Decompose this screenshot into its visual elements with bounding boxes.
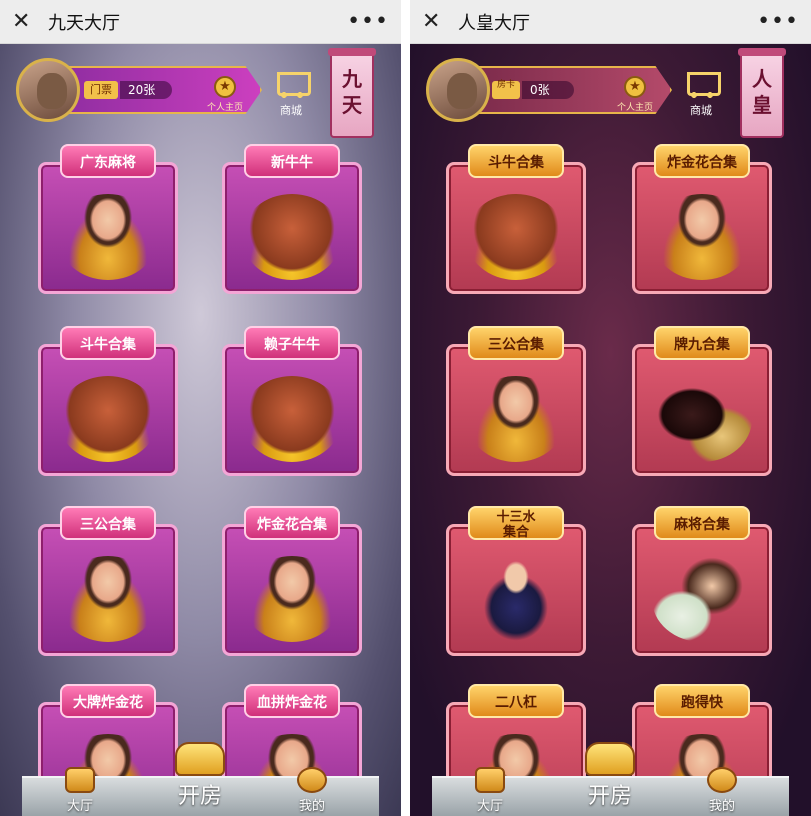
game-tile[interactable]: 十三水 集合 xyxy=(446,506,586,656)
game-art xyxy=(58,194,158,280)
banner-char: 天 xyxy=(342,93,362,117)
user-icon xyxy=(297,767,327,793)
game-tile[interactable]: 麻将合集 xyxy=(632,506,772,656)
game-label: 斗牛合集 xyxy=(468,144,564,178)
nav-open-room-label: 开房 xyxy=(587,784,632,809)
screens: ✕ 九天大厅 ••• ★ 个人主页 门票 20张 商城 九 天 广东麻将 新牛牛… xyxy=(0,0,811,816)
nav-mine-label: 我的 xyxy=(298,799,325,814)
ticket-label: 门票 xyxy=(84,81,118,99)
game-art xyxy=(652,376,752,462)
game-tile[interactable]: 新牛牛 xyxy=(222,144,362,294)
window-title: 人皇大厅 xyxy=(458,12,530,34)
bottom-nav: 大厅 开房 我的 xyxy=(0,742,401,816)
shop-label: 商城 xyxy=(690,104,712,117)
game-label: 跑得快 xyxy=(654,684,750,718)
game-label: 二八杠 xyxy=(468,684,564,718)
nav-mine[interactable]: 我的 xyxy=(682,767,762,814)
shop-button[interactable]: 商城 xyxy=(678,66,724,118)
homepage-button[interactable]: ★ 个人主页 xyxy=(200,76,250,113)
game-label: 血拼炸金花 xyxy=(244,684,340,718)
game-art xyxy=(652,194,752,280)
homepage-button[interactable]: ★ 个人主页 xyxy=(610,76,660,113)
banner-char: 皇 xyxy=(752,93,772,117)
phone-right: ✕ 人皇大厅 ••• ★ 个人主页 房卡 0张 商城 人 皇 斗牛合集 炸金花合… xyxy=(410,0,811,816)
dice-icon xyxy=(475,767,505,793)
game-art xyxy=(58,556,158,642)
game-label: 三公合集 xyxy=(468,326,564,360)
game-label: 新牛牛 xyxy=(244,144,340,178)
sofa-icon xyxy=(175,742,225,776)
ticket-value: 0张 xyxy=(522,81,574,99)
user-icon xyxy=(707,767,737,793)
nav-mine-label: 我的 xyxy=(708,799,735,814)
titlebar: ✕ 人皇大厅 ••• xyxy=(410,0,811,44)
game-label: 赖子牛牛 xyxy=(244,326,340,360)
close-icon[interactable]: ✕ xyxy=(12,10,34,33)
bottom-nav: 大厅 开房 我的 xyxy=(410,742,811,816)
window-title: 九天大厅 xyxy=(48,12,120,34)
dice-icon xyxy=(65,767,95,793)
nav-open-room[interactable]: 开房 xyxy=(160,742,240,810)
homepage-label: 个人主页 xyxy=(206,103,243,113)
game-art xyxy=(652,556,752,642)
close-icon[interactable]: ✕ xyxy=(422,10,444,33)
more-icon[interactable]: ••• xyxy=(347,9,389,34)
game-tile[interactable]: 斗牛合集 xyxy=(446,144,586,294)
game-tile[interactable]: 赖子牛牛 xyxy=(222,326,362,476)
game-art xyxy=(242,194,342,280)
game-label: 炸金花合集 xyxy=(244,506,340,540)
game-label: 大牌炸金花 xyxy=(60,684,156,718)
avatar[interactable] xyxy=(426,58,490,122)
game-label: 牌九合集 xyxy=(654,326,750,360)
game-art xyxy=(466,376,566,462)
nav-mine[interactable]: 我的 xyxy=(272,767,352,814)
game-lobby: ★ 个人主页 房卡 0张 商城 人 皇 斗牛合集 炸金花合集 三公合集 牌九合集… xyxy=(410,44,811,816)
game-tile[interactable]: 三公合集 xyxy=(446,326,586,476)
star-icon: ★ xyxy=(624,76,646,98)
titlebar: ✕ 九天大厅 ••• xyxy=(0,0,401,44)
nav-hall-label: 大厅 xyxy=(66,799,93,814)
hall-banner: 九 天 xyxy=(328,48,376,138)
banner-char: 人 xyxy=(752,67,772,91)
cart-icon xyxy=(681,66,721,100)
game-label: 斗牛合集 xyxy=(60,326,156,360)
game-label: 麻将合集 xyxy=(654,506,750,540)
nav-hall[interactable]: 大厅 xyxy=(40,767,120,814)
game-art xyxy=(242,376,342,462)
game-art xyxy=(466,194,566,280)
game-label: 十三水 集合 xyxy=(468,506,564,540)
ticket-label: 房卡 xyxy=(492,81,520,99)
game-tile[interactable]: 三公合集 xyxy=(38,506,178,656)
homepage-label: 个人主页 xyxy=(616,103,653,113)
nav-open-room[interactable]: 开房 xyxy=(570,742,650,810)
shop-label: 商城 xyxy=(280,104,302,117)
game-tile[interactable]: 广东麻将 xyxy=(38,144,178,294)
cart-icon xyxy=(271,66,311,100)
star-icon: ★ xyxy=(214,76,236,98)
hall-banner: 人 皇 xyxy=(738,48,786,138)
nav-hall[interactable]: 大厅 xyxy=(450,767,530,814)
ticket-value: 20张 xyxy=(120,81,172,99)
sofa-icon xyxy=(585,742,635,776)
game-label: 广东麻将 xyxy=(60,144,156,178)
game-art xyxy=(466,556,566,642)
avatar[interactable] xyxy=(16,58,80,122)
nav-hall-label: 大厅 xyxy=(476,799,503,814)
shop-button[interactable]: 商城 xyxy=(268,66,314,118)
game-art xyxy=(242,556,342,642)
game-art xyxy=(58,376,158,462)
game-tile[interactable]: 炸金花合集 xyxy=(222,506,362,656)
banner-char: 九 xyxy=(342,67,362,91)
game-tile[interactable]: 牌九合集 xyxy=(632,326,772,476)
game-label: 三公合集 xyxy=(60,506,156,540)
game-label: 炸金花合集 xyxy=(654,144,750,178)
game-lobby: ★ 个人主页 门票 20张 商城 九 天 广东麻将 新牛牛 斗牛合集 赖子牛牛 … xyxy=(0,44,401,816)
more-icon[interactable]: ••• xyxy=(757,9,799,34)
game-tile[interactable]: 炸金花合集 xyxy=(632,144,772,294)
nav-open-room-label: 开房 xyxy=(177,784,222,809)
game-tile[interactable]: 斗牛合集 xyxy=(38,326,178,476)
phone-left: ✕ 九天大厅 ••• ★ 个人主页 门票 20张 商城 九 天 广东麻将 新牛牛… xyxy=(0,0,401,816)
